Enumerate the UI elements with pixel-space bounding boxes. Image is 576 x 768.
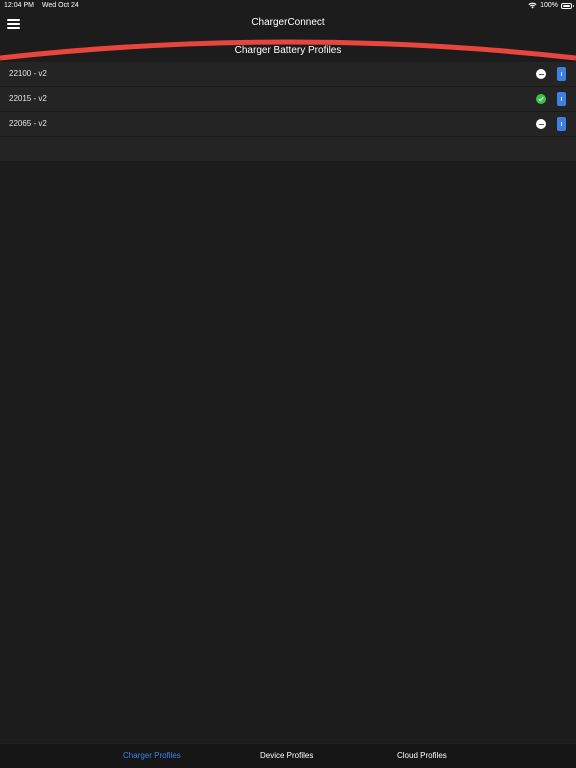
status-bar: 12:04 PM Wed Oct 24 100% xyxy=(0,0,576,12)
info-button[interactable] xyxy=(557,117,566,131)
inactive-status-icon[interactable] xyxy=(536,119,546,129)
status-time: 12:04 PM xyxy=(4,2,34,9)
wifi-icon xyxy=(528,2,537,9)
battery-icon xyxy=(561,2,574,9)
tab-device-profiles[interactable]: Device Profiles xyxy=(260,751,313,760)
status-left: 12:04 PM Wed Oct 24 xyxy=(4,2,79,9)
profile-row[interactable]: 22065 - v2 xyxy=(0,112,576,137)
battery-percent: 100% xyxy=(540,2,558,9)
app-screen: 12:04 PM Wed Oct 24 100% ChargerConnect … xyxy=(0,0,576,768)
profile-label: 22015 - v2 xyxy=(9,94,47,103)
profile-label: 22065 - v2 xyxy=(9,119,47,128)
tab-bar: Charger Profiles Device Profiles Cloud P… xyxy=(0,743,576,768)
app-title: ChargerConnect xyxy=(251,17,325,28)
info-button[interactable] xyxy=(557,67,566,81)
tab-cloud-profiles[interactable]: Cloud Profiles xyxy=(397,751,447,760)
profile-label: 22100 - v2 xyxy=(9,69,47,78)
info-button[interactable] xyxy=(557,92,566,106)
profile-row[interactable]: 22015 - v2 xyxy=(0,87,576,112)
section-title: Charger Battery Profiles xyxy=(234,45,342,56)
active-check-icon[interactable] xyxy=(536,94,546,104)
inactive-status-icon[interactable] xyxy=(536,69,546,79)
empty-row xyxy=(0,137,576,162)
status-date: Wed Oct 24 xyxy=(41,2,79,9)
profile-list: 22100 - v2 22015 - v2 22065 - v2 xyxy=(0,62,576,162)
tab-charger-profiles[interactable]: Charger Profiles xyxy=(123,751,181,760)
profile-row[interactable]: 22100 - v2 xyxy=(0,62,576,87)
status-right: 100% xyxy=(528,2,574,9)
